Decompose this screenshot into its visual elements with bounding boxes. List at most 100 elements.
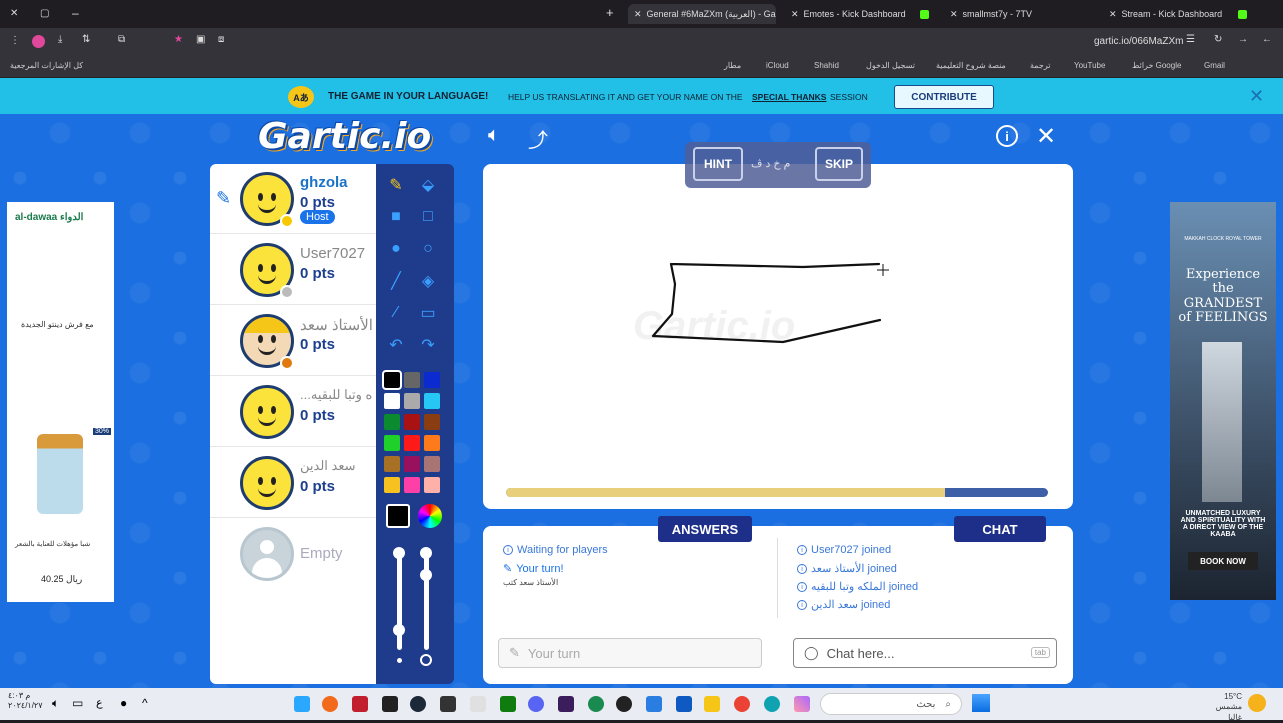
bookmark-icloud[interactable]: iCloud [766, 61, 789, 70]
pencil-tool-icon[interactable]: ✎ [385, 174, 407, 196]
menu-dots-icon[interactable]: ⋮ [10, 35, 20, 46]
player-card[interactable]: User7027 0 pts [210, 235, 376, 305]
display-icon[interactable]: ▭ [72, 696, 83, 710]
windows-start-icon[interactable] [972, 694, 990, 712]
file-app-icon[interactable] [294, 696, 310, 712]
contribute-button[interactable]: CONTRIBUTE [894, 85, 994, 109]
line-tool-icon[interactable]: ╱ [385, 270, 407, 292]
url-text[interactable]: gartic.io/066MaZXm [1094, 36, 1183, 47]
close-banner-icon[interactable]: ✕ [1249, 86, 1264, 107]
taskbar-search[interactable]: بحث ⌕ [820, 693, 962, 715]
color-swatch[interactable] [384, 393, 400, 409]
mic-icon[interactable]: ● [120, 696, 127, 710]
color-swatch[interactable] [404, 435, 420, 451]
color-swatch[interactable] [384, 414, 400, 430]
close-tab-icon[interactable]: ✕ [1109, 9, 1117, 20]
game-app-icon[interactable] [440, 696, 456, 712]
answer-input[interactable]: ✎ Your turn [498, 638, 762, 668]
epic-app-icon[interactable] [382, 696, 398, 712]
bookmark-platform[interactable]: منصة شروح التعليمية [936, 61, 1006, 70]
volume-icon[interactable]: 🔈︎ [52, 696, 59, 711]
eyedropper-tool-icon[interactable]: ⁄ [385, 302, 407, 324]
bookmark-login[interactable]: تسجيل الدخول [866, 61, 915, 70]
opacity-slider[interactable] [424, 550, 429, 650]
steam-app-icon[interactable] [410, 696, 426, 712]
color-swatch[interactable] [424, 435, 440, 451]
filled-circle-tool-icon[interactable]: ● [385, 238, 407, 260]
exit-icon[interactable]: ✕ [1036, 122, 1056, 151]
color-swatch[interactable] [404, 393, 420, 409]
tray-chevron-icon[interactable]: ^ [142, 696, 148, 710]
edge-app-icon[interactable] [764, 696, 780, 712]
page-tool-icon[interactable]: ▭ [417, 302, 439, 324]
share-icon[interactable]: ⧉ [118, 34, 125, 45]
app-icon[interactable] [646, 696, 662, 712]
close-tab-icon[interactable]: ✕ [634, 9, 642, 20]
opacity-slider-handle[interactable] [420, 569, 432, 581]
profile-icon[interactable] [32, 35, 45, 48]
color-swatch[interactable] [404, 372, 420, 388]
color-picker-icon[interactable] [418, 504, 442, 528]
answers-tab[interactable]: ANSWERS [658, 516, 752, 542]
color-swatch[interactable] [404, 477, 420, 493]
special-thanks-link[interactable]: SPECIAL THANKS [752, 92, 826, 102]
tab-stream[interactable]: ✕ Stream - Kick Dashboard [1103, 4, 1253, 24]
book-now-button[interactable]: BOOK NOW [1188, 552, 1258, 570]
new-tab-button[interactable]: + [606, 5, 614, 20]
rect-tool-icon[interactable]: □ [417, 206, 439, 228]
close-tab-icon[interactable]: ✕ [791, 9, 799, 20]
circle-tool-icon[interactable]: ○ [417, 238, 439, 260]
extensions-icon[interactable]: ⇅ [82, 34, 90, 45]
hint-button[interactable]: HINT [693, 147, 743, 181]
player-card[interactable]: سعد الدين 0 pts [210, 448, 376, 518]
color-swatch[interactable] [384, 435, 400, 451]
xbox-app-icon[interactable] [500, 696, 516, 712]
close-window-icon[interactable]: ✕ [10, 8, 18, 19]
player-card[interactable]: ...ه وتبا للبقيه 0 pts [210, 377, 376, 447]
drawing-canvas[interactable]: Gartic.io [483, 164, 1073, 509]
sound-icon[interactable]: 🔈︎ [488, 124, 500, 147]
minimize-icon[interactable]: – [72, 6, 79, 20]
back-icon[interactable]: ← [1262, 34, 1272, 45]
maximize-icon[interactable]: ▢ [40, 8, 49, 19]
chat-input[interactable]: ◯ Chat here... tab [793, 638, 1057, 668]
bookmark-star-icon[interactable]: ★ [174, 34, 183, 45]
size-slider-handle[interactable] [393, 624, 405, 636]
chrome-app-icon[interactable] [322, 696, 338, 712]
discord-app-icon[interactable] [528, 696, 544, 712]
bookmark-maps[interactable]: خرائط Google [1132, 61, 1181, 70]
reload-icon[interactable]: ↻ [1214, 34, 1222, 45]
app-icon[interactable] [676, 696, 692, 712]
acrobat-app-icon[interactable] [352, 696, 368, 712]
weather-widget[interactable]: 15°C مشمس غالبا [1206, 692, 1242, 723]
left-ad[interactable]: al-dawaa الدواء مع فرش دينتو الجديدة 30%… [7, 202, 114, 602]
app-icon[interactable] [794, 696, 810, 712]
color-swatch[interactable] [424, 414, 440, 430]
nzxt-app-icon[interactable] [558, 696, 574, 712]
download-icon[interactable]: ⤓ [58, 34, 62, 45]
chat-tab[interactable]: CHAT [954, 516, 1046, 542]
share-icon[interactable]: ⤴ [528, 124, 548, 153]
install-icon[interactable]: ⧈ [218, 34, 224, 45]
app-icon[interactable] [588, 696, 604, 712]
tab-gartic[interactable]: ✕ General #6MaZXm (العربية) - Gartic.io [628, 4, 776, 24]
color-swatch[interactable] [424, 477, 440, 493]
explorer-app-icon[interactable] [704, 696, 720, 712]
eraser-tool-icon[interactable]: ⬙ [417, 174, 439, 196]
color-swatch[interactable] [382, 370, 402, 390]
fill-tool-icon[interactable]: ◈ [417, 270, 439, 292]
clock[interactable]: م ٤:٠٣ ٢٠٢٤/١/٢٧ [8, 691, 43, 710]
bookmark-gmail[interactable]: Gmail [1204, 61, 1225, 70]
bookmark-shahid[interactable]: Shahid [814, 61, 839, 70]
chrome-icon[interactable] [734, 696, 750, 712]
right-ad[interactable]: MAKKAH CLOCK ROYAL TOWER Experience the … [1170, 202, 1276, 600]
bookmark-airport[interactable]: مطار [724, 61, 741, 70]
tab-7tv[interactable]: ✕ smallmst7y - 7TV [944, 4, 1094, 24]
color-swatch[interactable] [404, 456, 420, 472]
language-indicator[interactable]: ع [96, 696, 103, 709]
forward-icon[interactable]: → [1238, 34, 1248, 45]
color-swatch[interactable] [424, 456, 440, 472]
current-color-swatch[interactable] [386, 504, 410, 528]
player-card[interactable]: الأستاذ سعد 0 pts [210, 306, 376, 376]
color-swatch[interactable] [424, 372, 440, 388]
